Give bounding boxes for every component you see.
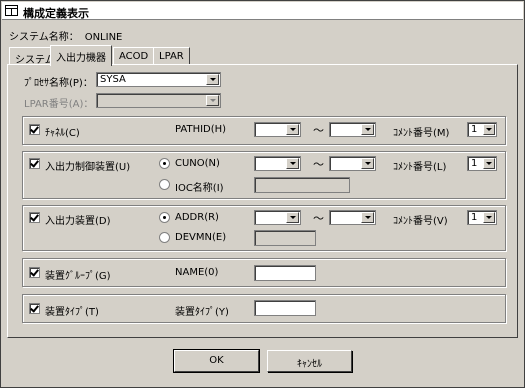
control-unit-checkbox[interactable] [29, 158, 40, 169]
control-unit-group: 入出力制御装置(U) CUNO(N) ～ ｺﾒﾝﾄ番号(L) 1 IOC名称(I… [22, 151, 506, 199]
device-type-label: 装置ﾀｲﾌﾟ(T) [45, 307, 99, 318]
chevron-down-icon[interactable] [361, 158, 374, 169]
cuno-label: CUNO(N) [175, 158, 220, 169]
device-group-checkbox[interactable] [29, 267, 40, 278]
cuno-radio[interactable] [159, 158, 170, 169]
cuno-from-select[interactable] [254, 156, 301, 171]
device-type-field[interactable] [254, 300, 316, 316]
range-tilde: ～ [313, 124, 324, 137]
name-label: NAME(0) [175, 267, 219, 278]
chevron-down-icon[interactable] [206, 95, 219, 106]
addr-radio[interactable] [159, 212, 170, 223]
device-group-group: 装置ｸﾞﾙｰﾌﾟ(G) NAME(0) [22, 258, 506, 287]
chevron-down-icon[interactable] [286, 124, 299, 135]
cancel-label: ｷｬﾝｾﾙ [297, 359, 322, 370]
io-device-label: 入出力装置(D) [45, 216, 111, 227]
device-type-group: 装置ﾀｲﾌﾟ(T) 装置ﾀｲﾌﾟ(Y) [22, 294, 506, 323]
ioc-name-label: IOC名称(I) [175, 183, 224, 194]
ioc-name-radio[interactable] [159, 179, 170, 190]
channel-comment-spinner[interactable]: 1 [467, 122, 497, 137]
addr-from-select[interactable] [254, 210, 301, 225]
range-tilde: ～ [313, 158, 324, 171]
pathid-from-select[interactable] [254, 122, 301, 137]
ok-label: OK [209, 355, 224, 366]
control-unit-label: 入出力制御装置(U) [45, 162, 131, 173]
processor-select[interactable]: SYSA [96, 72, 221, 87]
system-name-label: システム名称： [9, 32, 79, 43]
addr-label: ADDR(R) [175, 212, 219, 223]
chevron-down-icon[interactable] [361, 212, 374, 223]
addr-to-select[interactable] [329, 210, 376, 225]
io-device-checkbox[interactable] [29, 212, 40, 223]
range-tilde: ～ [313, 212, 324, 225]
channel-comment-label: ｺﾒﾝﾄ番号(M) [393, 128, 450, 139]
chevron-down-icon[interactable] [206, 74, 219, 85]
device-type-field-label: 装置ﾀｲﾌﾟ(Y) [175, 307, 229, 318]
tab-io-devices-label: 入出力機器 [56, 53, 106, 64]
channel-group: ﾁｬﾈﾙ(C) PATHID(H) ～ ｺﾒﾝﾄ番号(M) 1 [22, 116, 506, 145]
io-device-comment-spinner[interactable]: 1 [467, 210, 497, 225]
window-title: 構成定義表示 [23, 7, 89, 20]
chevron-down-icon[interactable] [361, 124, 374, 135]
system-name-row: システム名称： ONLINE [9, 28, 122, 43]
tab-lpar[interactable]: LPAR [153, 47, 190, 65]
chevron-down-icon[interactable] [483, 212, 495, 223]
devmn-label: DEVMN(E) [175, 232, 227, 243]
tab-acod[interactable]: ACOD [113, 47, 155, 65]
device-group-label: 装置ｸﾞﾙｰﾌﾟ(G) [45, 271, 111, 282]
pathid-label: PATHID(H) [175, 124, 227, 135]
ok-button[interactable]: OK [173, 349, 260, 373]
processor-label: ﾌﾟﾛｾｻ名称(P)： [24, 78, 93, 89]
config-window: 構成定義表示 システム名称： ONLINE システム 入出力機器 ACOD LPA… [0, 0, 525, 388]
tab-panel-io-devices: ﾌﾟﾛｾｻ名称(P)： SYSA LPAR番号(A)： ﾁｬﾈﾙ(C) PATH… [7, 64, 518, 338]
ioc-name-field[interactable] [254, 177, 350, 193]
devmn-field[interactable] [254, 230, 316, 246]
window-icon [5, 5, 18, 16]
channel-checkbox[interactable] [29, 124, 40, 135]
channel-label: ﾁｬﾈﾙ(C) [45, 128, 80, 139]
tab-io-devices[interactable]: 入出力機器 [50, 45, 112, 66]
system-name-value: ONLINE [84, 32, 123, 43]
control-unit-comment-label: ｺﾒﾝﾄ番号(L) [393, 162, 447, 173]
tab-lpar-label: LPAR [159, 51, 184, 62]
cuno-to-select[interactable] [329, 156, 376, 171]
pathid-to-select[interactable] [329, 122, 376, 137]
control-unit-comment-value: 1 [471, 158, 478, 169]
io-device-comment-value: 1 [471, 212, 478, 223]
chevron-down-icon[interactable] [483, 124, 495, 135]
control-unit-comment-spinner[interactable]: 1 [467, 156, 497, 171]
channel-comment-value: 1 [471, 124, 478, 135]
lpar-label: LPAR番号(A)： [24, 99, 94, 110]
io-device-comment-label: ｺﾒﾝﾄ番号(V) [393, 216, 448, 227]
lpar-select[interactable] [96, 93, 221, 108]
chevron-down-icon[interactable] [483, 158, 495, 169]
devmn-radio[interactable] [159, 232, 170, 243]
device-type-checkbox[interactable] [29, 303, 40, 314]
io-device-group: 入出力装置(D) ADDR(R) ～ ｺﾒﾝﾄ番号(V) 1 DEVMN(E) [22, 205, 506, 251]
cancel-button[interactable]: ｷｬﾝｾﾙ [267, 350, 352, 372]
chevron-down-icon[interactable] [286, 158, 299, 169]
title-bar: 構成定義表示 [2, 2, 523, 20]
chevron-down-icon[interactable] [286, 212, 299, 223]
name-field[interactable] [254, 265, 316, 281]
processor-value: SYSA [100, 74, 126, 85]
tab-acod-label: ACOD [119, 51, 149, 62]
